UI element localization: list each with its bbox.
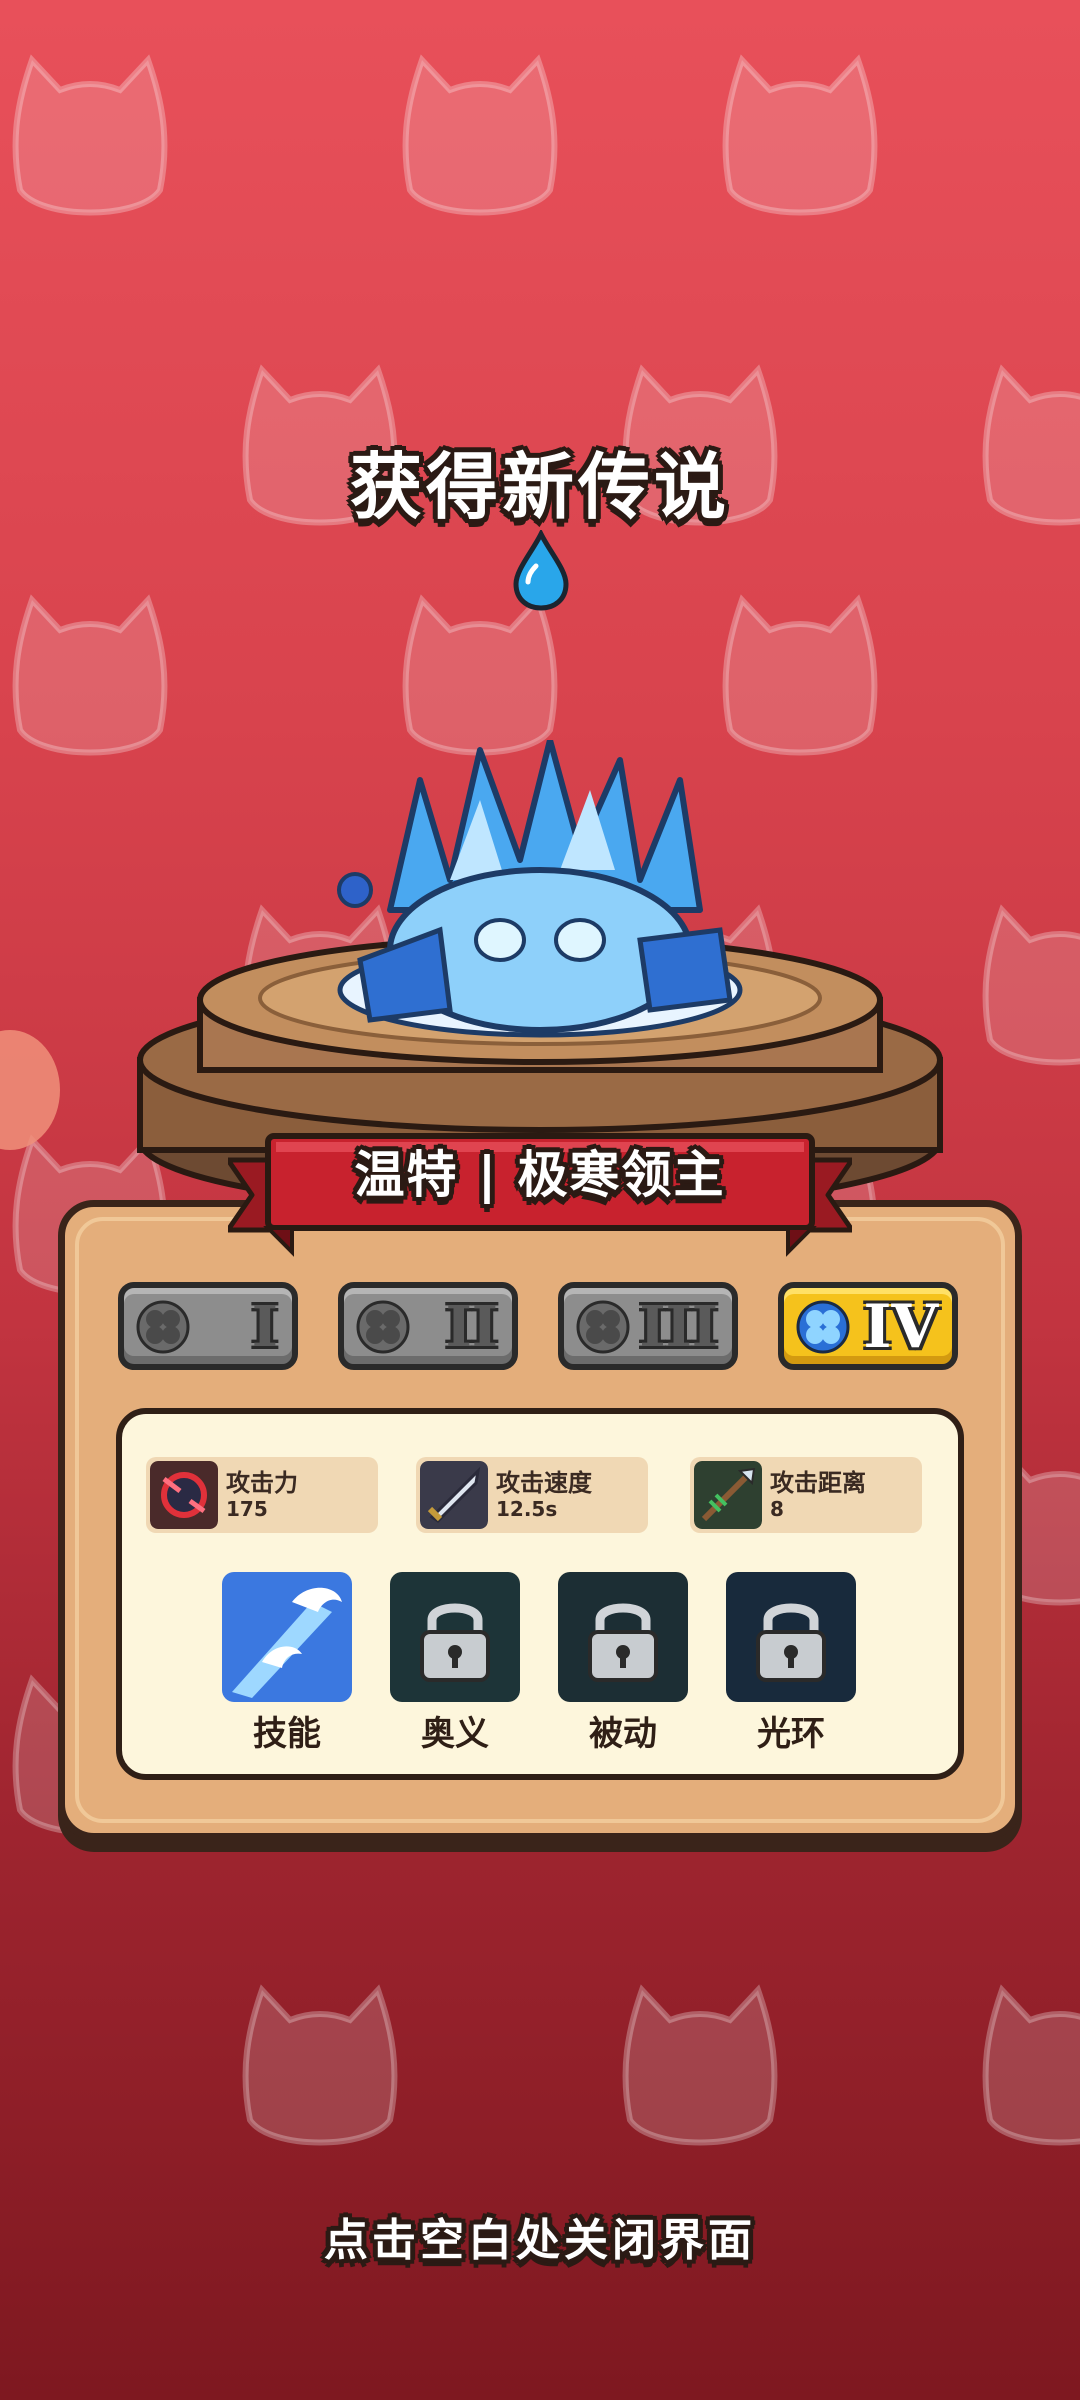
stat-attack-speed: 攻击速度 12.5s [416, 1457, 648, 1533]
tier-label: III [639, 1294, 718, 1360]
stat-value: 12.5s [496, 1497, 558, 1521]
clover-icon [356, 1300, 410, 1354]
page-title: 获得新传说 [349, 445, 730, 529]
clover-icon [136, 1300, 190, 1354]
skill-label-ultimate: 奥义 [421, 1714, 489, 1754]
stat-label: 攻击速度 [496, 1469, 592, 1497]
tier-button-2[interactable]: II [338, 1282, 518, 1370]
stat-label: 攻击距离 [770, 1469, 866, 1497]
cat-head-pattern-icon [986, 1990, 1080, 2143]
stat-label: 攻击力 [226, 1469, 298, 1497]
stat-attack-range: 攻击距离 8 [690, 1457, 922, 1533]
hero-name: 温特 | 极寒领主 [354, 1146, 726, 1204]
cat-head-pattern-icon [16, 60, 165, 213]
tier-button-4[interactable]: IV [778, 1282, 958, 1370]
ice-skill-icon[interactable] [222, 1572, 352, 1702]
cat-head-pattern-icon [626, 1990, 775, 2143]
skill-label-skill: 技能 [253, 1714, 321, 1754]
tier-label: I [251, 1294, 278, 1360]
tier-label: II [445, 1294, 498, 1360]
lock-icon[interactable] [390, 1572, 520, 1702]
stat-value: 175 [226, 1497, 268, 1521]
cat-head-pattern-icon [986, 910, 1080, 1063]
attack-speed-icon [420, 1461, 488, 1529]
stat-attack-power: 攻击力 175 [146, 1457, 378, 1533]
clover-icon [576, 1300, 630, 1354]
cat-head-pattern-icon [16, 600, 165, 753]
tier-label: IV [863, 1292, 938, 1362]
close-hint[interactable]: 点击空白处关闭界面 [0, 2204, 1080, 2268]
cat-head-pattern-icon [726, 60, 875, 213]
tier-button-3[interactable]: III [558, 1282, 738, 1370]
skill-label-aura: 光环 [757, 1714, 825, 1754]
cat-head-pattern-icon [726, 600, 875, 753]
attack-power-icon [150, 1461, 218, 1529]
clover-icon [796, 1300, 850, 1354]
skill-label-passive: 被动 [589, 1714, 657, 1754]
water-drop-icon [513, 530, 569, 611]
cat-head-pattern-icon [406, 600, 555, 753]
stat-value: 8 [770, 1497, 784, 1521]
lock-icon[interactable] [726, 1572, 856, 1702]
ice-lord-character [337, 740, 743, 1038]
lock-icon[interactable] [558, 1572, 688, 1702]
cat-head-pattern-icon [246, 1990, 395, 2143]
attack-range-icon [694, 1461, 762, 1529]
tier-button-1[interactable]: I [118, 1282, 298, 1370]
cat-head-pattern-icon [406, 60, 555, 213]
